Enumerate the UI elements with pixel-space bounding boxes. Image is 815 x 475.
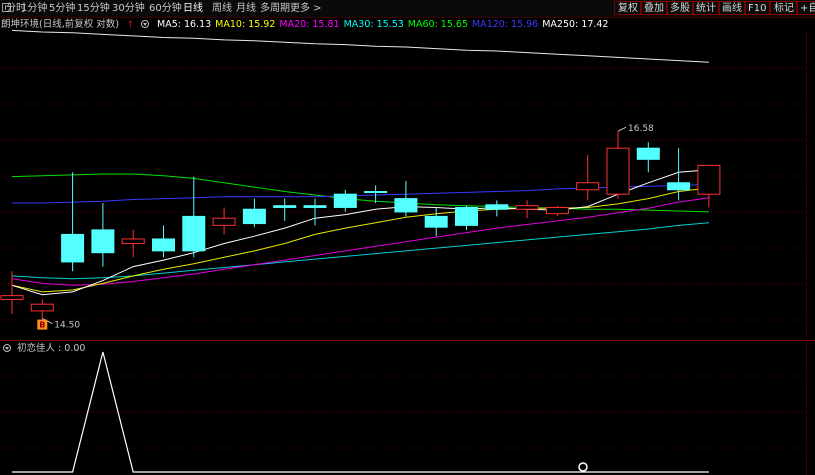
- candle-body-2: [61, 233, 85, 263]
- candle-body-19: [576, 182, 600, 191]
- candle-body-0: [0, 295, 24, 300]
- candle-body-4: [121, 238, 145, 245]
- candle-body-11: [333, 193, 357, 208]
- candle-body-22: [667, 182, 691, 191]
- high-price-label: 16.58: [628, 124, 654, 134]
- candle-body-17: [515, 205, 539, 210]
- indicator-legend: 初恋佳人 : 0.00: [0, 343, 85, 355]
- low-price-label: 14.50: [54, 321, 80, 331]
- candle-body-6: [182, 215, 206, 252]
- price-chart: 16.58 14.50 B: [0, 29, 806, 473]
- right-scale-bar: [806, 30, 815, 475]
- candle-body-9: [273, 205, 297, 208]
- ma30-line: [11, 222, 709, 280]
- candle-body-10: [303, 205, 327, 208]
- candle-body-21: [636, 147, 660, 160]
- ma20-line: [11, 197, 709, 286]
- ma5-line: [11, 169, 709, 296]
- candle-body-23: [697, 164, 721, 195]
- ma10-line: [11, 187, 709, 293]
- high-pointer-line: [617, 126, 627, 132]
- ma60-line: [11, 173, 709, 213]
- candle-body-18: [545, 206, 569, 215]
- buy-marker-text: B: [39, 321, 45, 330]
- candle-body-14: [424, 215, 448, 228]
- indicator-label: 初恋佳人 : 0.00: [17, 343, 86, 354]
- candle-body-15: [455, 206, 478, 226]
- panel-divider: [0, 340, 815, 341]
- indicator-dropdown-icon[interactable]: [3, 344, 11, 352]
- candle-body-7: [212, 217, 236, 226]
- cursor-circle-icon: [578, 462, 588, 472]
- candle-body-13: [394, 198, 418, 213]
- candle-body-5: [152, 238, 175, 252]
- candle-body-20: [606, 147, 630, 195]
- candle-body-3: [91, 229, 115, 254]
- candle-body-8: [242, 208, 266, 225]
- candle-body-12: [364, 191, 388, 194]
- ma250-line: [11, 29, 709, 63]
- candle-body-1: [30, 303, 54, 312]
- candle-body-16: [485, 204, 509, 210]
